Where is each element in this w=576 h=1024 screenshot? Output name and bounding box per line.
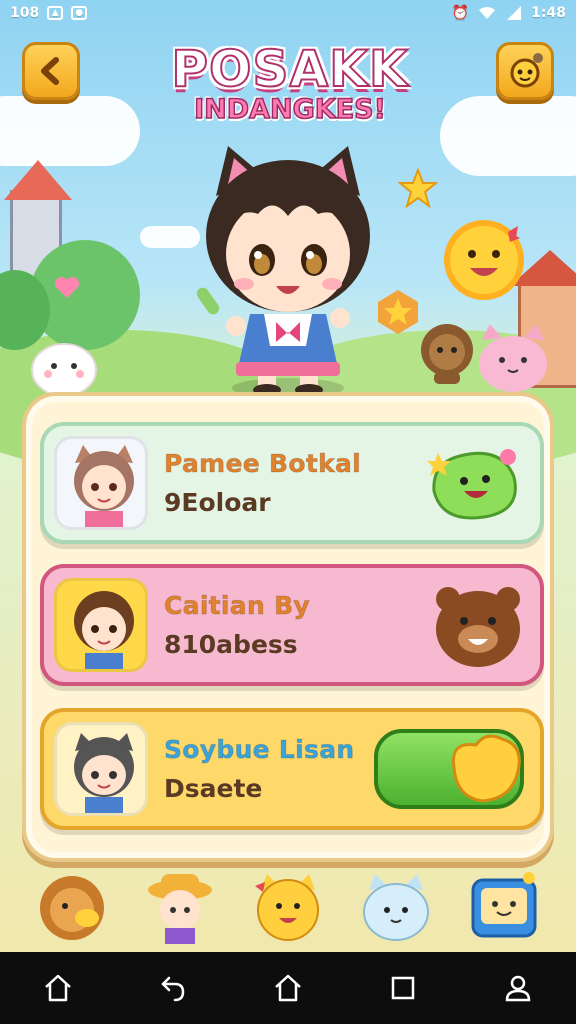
character-card[interactable]: Caitian By 810abess	[40, 564, 544, 686]
character-list-panel: Pamee Botkal 9Eoloar Caitian By 810abess	[22, 392, 554, 862]
character-subtitle: 9Eoloar	[164, 488, 271, 517]
green-slime-icon[interactable]	[424, 441, 524, 525]
bear-face-icon[interactable]	[432, 581, 524, 669]
title-main: POSAKK	[140, 39, 440, 99]
character-name: Soybue Lisan	[164, 735, 355, 765]
avatar	[54, 578, 148, 672]
bottom-character-row	[0, 862, 576, 952]
main-character	[196, 146, 370, 398]
character-subtitle: 810abess	[164, 630, 298, 659]
character-card[interactable]: Pamee Botkal 9Eoloar	[40, 422, 544, 544]
recents-icon[interactable]	[381, 966, 425, 1010]
back-button[interactable]	[22, 42, 80, 100]
sun-mascot-icon	[444, 220, 524, 300]
person-icon[interactable]	[496, 966, 540, 1010]
home-icon[interactable]	[36, 966, 80, 1010]
avatar	[54, 436, 148, 530]
gallery-icon: ▲	[47, 6, 64, 20]
blue-cat-icon[interactable]	[357, 868, 435, 946]
home-outline-icon[interactable]	[266, 966, 310, 1010]
back-icon[interactable]	[151, 966, 195, 1010]
character-name: Caitian By	[164, 591, 311, 621]
character-card[interactable]: Soybue Lisan Dsaete	[40, 708, 544, 830]
game-title: POSAKK INDANGKES!	[140, 39, 440, 126]
tv-robot-icon[interactable]	[465, 868, 543, 946]
title-subtitle: INDANGKES!	[193, 93, 386, 126]
notification-icon: ●	[71, 6, 88, 20]
gear-creature-icon	[510, 53, 543, 88]
brown-mascot-icon	[421, 324, 473, 384]
lion-pet-icon[interactable]	[33, 868, 111, 946]
hat-girl-icon[interactable]	[141, 868, 219, 946]
signal-icon	[507, 6, 522, 20]
status-left-text: 108	[10, 5, 40, 21]
settings-button[interactable]	[496, 42, 554, 100]
white-pet-icon	[31, 343, 97, 397]
avatar	[54, 722, 148, 816]
star-badge-icon	[378, 290, 418, 334]
wifi-icon	[479, 6, 496, 19]
character-name: Pamee Botkal	[164, 449, 362, 479]
yellow-heart-icon	[451, 734, 521, 803]
star-icon	[398, 168, 438, 208]
alarm-icon: ⏰	[451, 5, 470, 21]
green-toggle-button[interactable]	[374, 729, 524, 809]
system-nav-bar	[0, 952, 576, 1024]
clock: 1:48	[531, 5, 566, 21]
pink-cat-icon	[479, 324, 547, 392]
chevron-left-icon	[41, 57, 59, 85]
heart-icon	[54, 276, 80, 298]
status-bar: 108 ▲ ● ⏰ 1:48	[0, 0, 576, 26]
character-subtitle: Dsaete	[164, 774, 263, 803]
yellow-cat-icon[interactable]	[249, 868, 327, 946]
